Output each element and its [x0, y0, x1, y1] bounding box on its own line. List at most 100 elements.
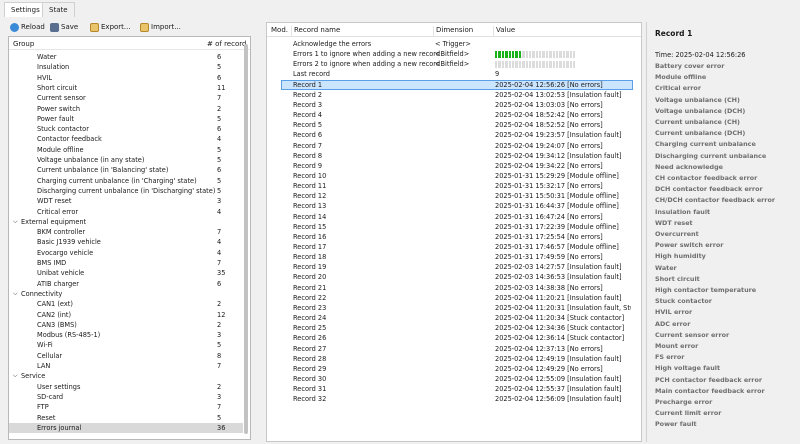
table-row[interactable]: Record 6 2025-02-04 19:23:57 [Insulation … [267, 130, 641, 140]
tree-group[interactable]: ⌵ Service [9, 371, 243, 381]
bit-cell[interactable] [566, 51, 569, 59]
tree-item[interactable]: Reset 5 [9, 413, 243, 423]
tree-item[interactable]: HVIL 6 [9, 73, 243, 83]
bit-cell[interactable] [556, 61, 559, 69]
bitfield-editor[interactable] [495, 51, 576, 59]
tree-item[interactable]: Voltage unbalance (in any state) 5 [9, 155, 243, 165]
tree-item[interactable]: BKM controller 7 [9, 227, 243, 237]
tree-item[interactable]: LAN 7 [9, 361, 243, 371]
bit-cell[interactable] [528, 61, 532, 69]
table-row[interactable]: Record 12 2025-01-31 15:50:31 [Module off… [267, 191, 641, 201]
bit-cell[interactable] [562, 51, 566, 59]
bit-cell[interactable] [511, 61, 515, 69]
bit-cell[interactable] [552, 51, 556, 59]
bit-cell[interactable] [569, 61, 572, 69]
chevron-down-icon[interactable]: ⌵ [13, 217, 18, 227]
record-value[interactable]: 2025-02-03 14:36:53 [Insulation fault] [495, 272, 631, 282]
group-tree[interactable]: Group # of record Water 6 Insulation 5 HVIL 6… [8, 36, 251, 440]
bit-cell[interactable] [535, 61, 539, 69]
bit-cell[interactable] [525, 61, 528, 69]
tree-item[interactable]: Basic J1939 vehicle 4 [9, 237, 243, 247]
tree-item[interactable]: FTP 7 [9, 402, 243, 412]
chevron-down-icon[interactable]: ⌵ [13, 289, 18, 299]
bit-cell[interactable] [532, 51, 535, 59]
record-value[interactable]: 2025-02-04 12:56:09 [Insulation fault] [495, 394, 631, 404]
tree-item[interactable]: Water 6 [9, 52, 243, 62]
bit-cell[interactable] [542, 61, 545, 69]
record-value[interactable]: 2025-02-04 12:55:09 [Insulation fault] [495, 374, 631, 384]
table-row[interactable]: Record 21 2025-02-03 14:38:38 [No errors] [267, 283, 641, 293]
bit-cell[interactable] [539, 61, 542, 69]
record-value[interactable]: 2025-02-04 12:34:36 [Stuck contactor] [495, 323, 631, 333]
tab-settings[interactable]: Settings [4, 2, 47, 17]
bit-cell[interactable] [518, 61, 522, 69]
dimension-column-header[interactable]: Dimension [433, 26, 473, 36]
bit-cell[interactable] [566, 61, 569, 69]
tree-item[interactable]: Insulation 5 [9, 62, 243, 72]
tree-item[interactable]: User settings 2 [9, 382, 243, 392]
bit-cell[interactable] [498, 61, 501, 69]
bit-cell[interactable] [539, 51, 542, 59]
bit-cell[interactable] [549, 61, 552, 69]
record-value[interactable]: 2025-02-04 12:56:26 [No errors] [495, 80, 631, 90]
bit-cell[interactable] [495, 61, 498, 69]
table-row[interactable]: Record 4 2025-02-04 18:52:42 [No errors] [267, 110, 641, 120]
value-column-header[interactable]: Value [493, 26, 515, 36]
tree-group[interactable]: ⌵ External equipment [9, 217, 243, 227]
record-value[interactable]: 2025-02-04 18:52:52 [No errors] [495, 120, 631, 130]
bit-cell[interactable] [562, 61, 566, 69]
count-column-header[interactable]: # of record [207, 40, 246, 48]
tree-item[interactable]: Short circuit 11 [9, 83, 243, 93]
record-value[interactable]: 2025-02-04 18:52:42 [No errors] [495, 110, 631, 120]
bit-cell[interactable] [528, 51, 532, 59]
record-value[interactable]: 2025-02-04 12:49:29 [No errors] [495, 364, 631, 374]
tree-item[interactable]: Stuck contactor 6 [9, 124, 243, 134]
record-value[interactable]: 2025-02-04 12:55:37 [Insulation fault] [495, 384, 631, 394]
export-button[interactable]: Export... [90, 21, 131, 33]
table-row[interactable]: Record 26 2025-02-04 12:36:14 [Stuck cont… [267, 333, 641, 343]
record-value[interactable]: 2025-02-04 13:02:53 [Insulation fault] [495, 90, 631, 100]
bit-cell[interactable] [515, 51, 518, 59]
table-row[interactable]: Record 32 2025-02-04 12:56:09 [Insulation… [267, 394, 641, 404]
bit-cell[interactable] [522, 61, 525, 69]
bit-cell[interactable] [525, 51, 528, 59]
bit-cell[interactable] [508, 61, 511, 69]
record-value[interactable]: 2025-01-31 17:25:54 [No errors] [495, 232, 631, 242]
tree-item[interactable]: SD-card 3 [9, 392, 243, 402]
record-value[interactable]: 2025-02-04 19:34:12 [Insulation fault] [495, 151, 631, 161]
table-row[interactable]: Record 14 2025-01-31 16:47:24 [No errors] [267, 212, 641, 222]
bit-cell[interactable] [535, 51, 539, 59]
bit-cell[interactable] [505, 61, 508, 69]
tree-item[interactable]: Current sensor 7 [9, 93, 243, 103]
table-row[interactable]: Record 9 2025-02-04 19:34:22 [No errors] [267, 161, 641, 171]
tree-item[interactable]: Current unbalance (in 'Balancing' state)… [9, 165, 243, 175]
bit-cell[interactable] [515, 61, 518, 69]
save-button[interactable]: Save [50, 21, 78, 33]
name-column-header[interactable]: Record name [291, 26, 340, 36]
table-row[interactable]: Record 22 2025-02-04 11:20:21 [Insulation… [267, 293, 641, 303]
tree-item[interactable]: Wi-Fi 5 [9, 340, 243, 350]
bit-cell[interactable] [532, 61, 535, 69]
table-row[interactable]: Record 18 2025-01-31 17:49:59 [No errors] [267, 252, 641, 262]
record-value[interactable]: 2025-01-31 17:49:59 [No errors] [495, 252, 631, 262]
record-value[interactable]: 2025-02-04 11:20:34 [Stuck contactor] [495, 313, 631, 323]
tree-item[interactable]: Unibat vehicle 35 [9, 268, 243, 278]
bit-cell[interactable] [552, 61, 556, 69]
record-value[interactable]: 2025-02-04 19:23:57 [Insulation fault] [495, 130, 631, 140]
table-row[interactable]: Record 20 2025-02-03 14:36:53 [Insulation… [267, 272, 641, 282]
tree-item[interactable]: CAN2 (int) 12 [9, 310, 243, 320]
tree-item[interactable]: Cellular 8 [9, 351, 243, 361]
bit-cell[interactable] [572, 51, 576, 59]
record-value[interactable]: 9 [495, 69, 631, 79]
table-row[interactable]: Errors 2 to ignore when adding a new rec… [267, 59, 641, 69]
bit-cell[interactable] [572, 61, 576, 69]
tree-item[interactable]: Critical error 4 [9, 207, 243, 217]
record-value[interactable]: 2025-02-04 12:49:19 [Insulation fault] [495, 354, 631, 364]
tree-item[interactable]: Evocargo vehicle 4 [9, 248, 243, 258]
tree-item[interactable]: Module offline 5 [9, 145, 243, 155]
record-value[interactable]: 2025-01-31 15:50:31 [Module offline] [495, 191, 631, 201]
record-value[interactable]: 2025-02-04 19:24:07 [No errors] [495, 141, 631, 151]
table-row[interactable]: Record 24 2025-02-04 11:20:34 [Stuck cont… [267, 313, 641, 323]
tree-item[interactable]: Power switch 2 [9, 104, 243, 114]
bit-cell[interactable] [549, 51, 552, 59]
